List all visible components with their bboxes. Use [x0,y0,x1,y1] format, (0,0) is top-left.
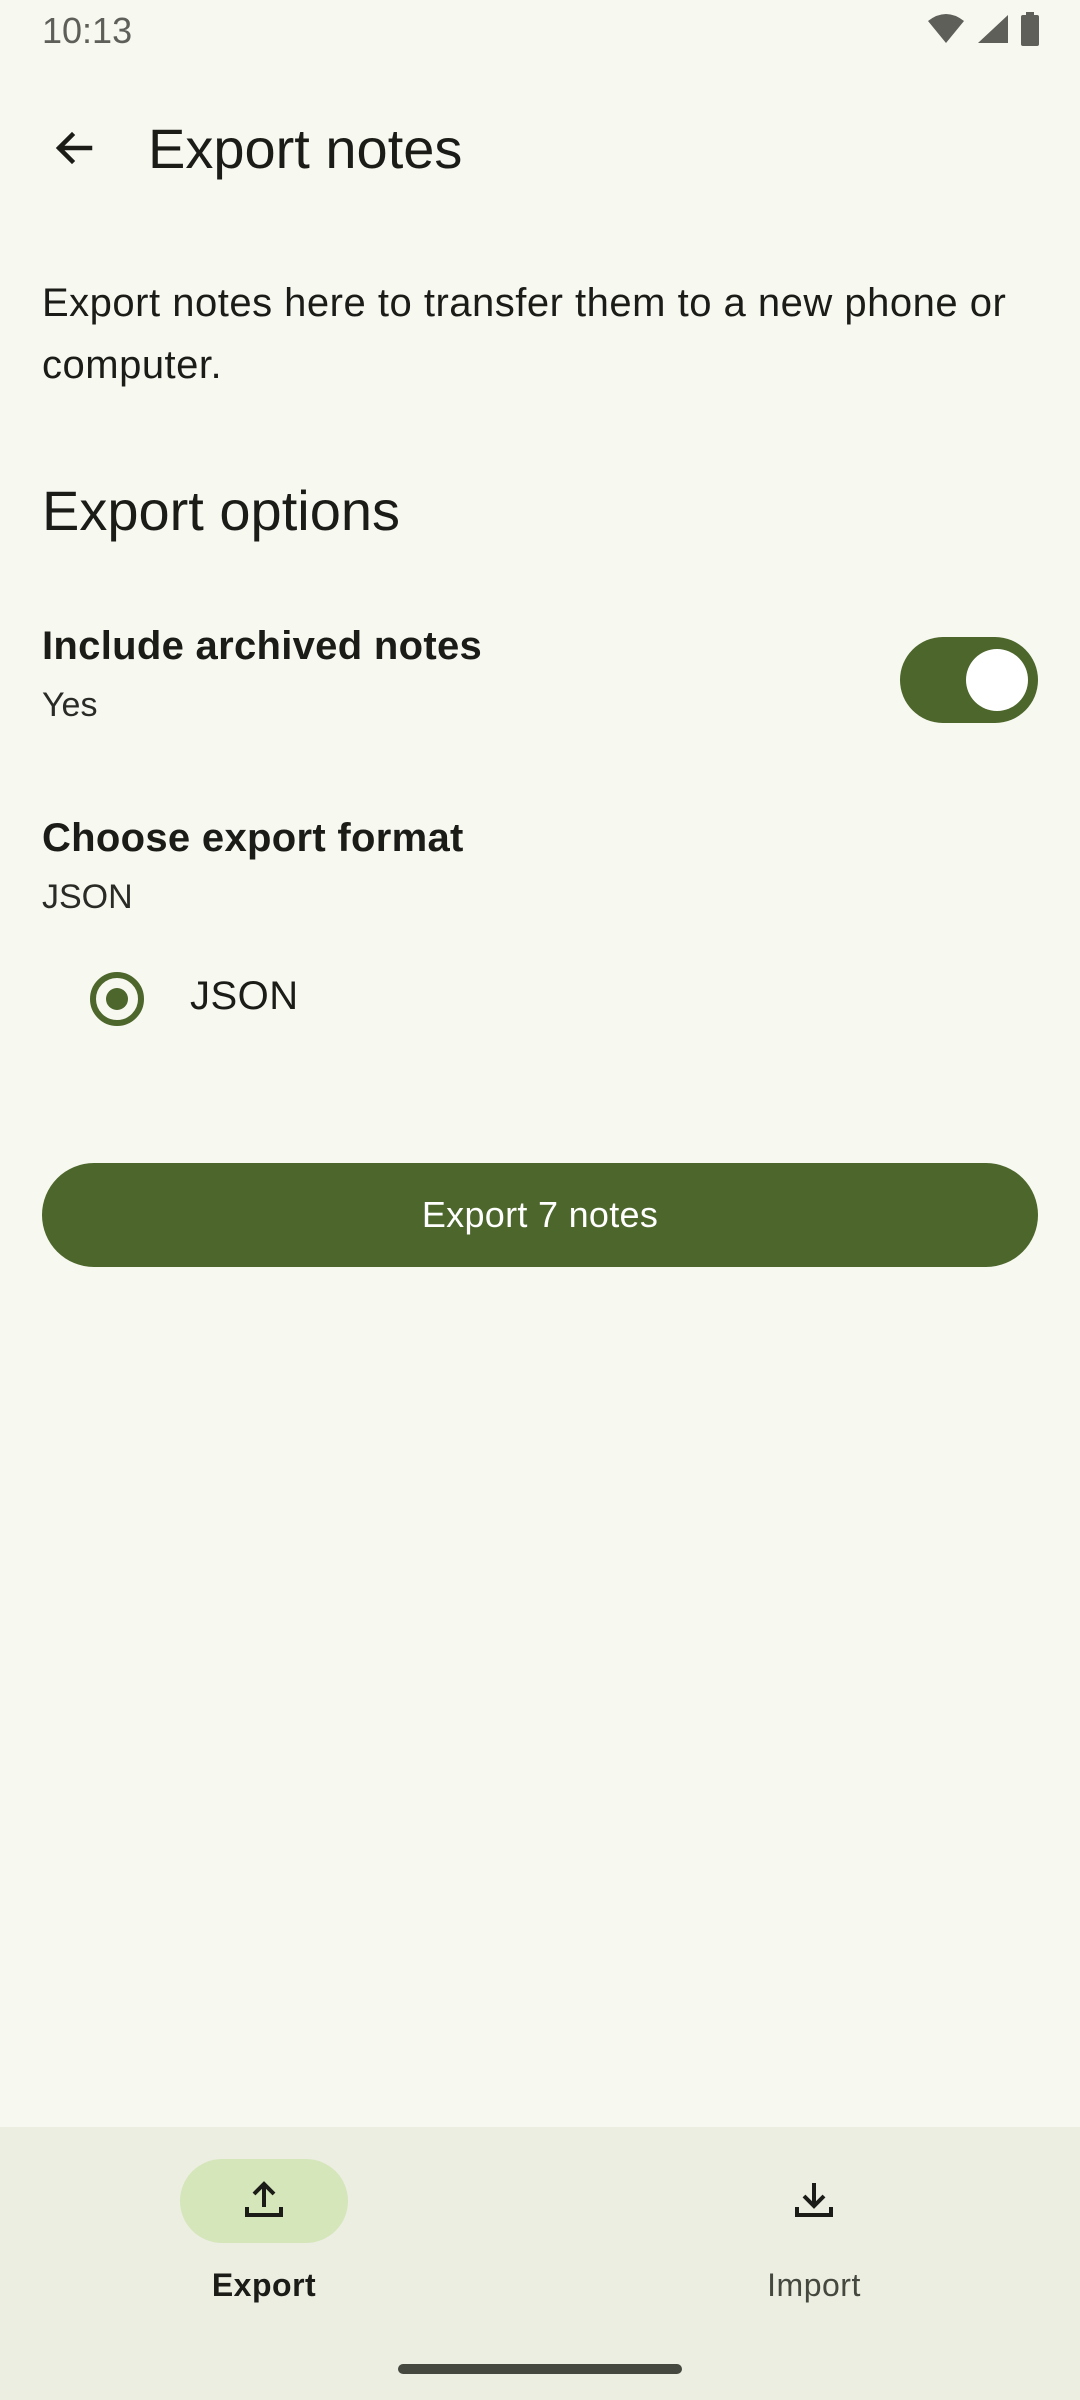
nav-label-import: Import [767,2267,861,2303]
nav-item-import[interactable]: Import [634,2159,994,2303]
nav-item-export[interactable]: Export [84,2159,444,2303]
export-format-title: Choose export format [42,816,464,860]
section-title-export-options: Export options [42,479,400,542]
page-title: Export notes [148,117,463,180]
wifi-icon [926,13,966,50]
nav-label-export: Export [211,2267,317,2303]
signal-icon [976,13,1010,50]
export-format-summary: JSON [42,878,133,916]
export-notes-button[interactable]: Export 7 notes [42,1163,1038,1267]
include-archived-switch[interactable] [900,637,1038,723]
export-format-preference: Choose export format JSON [0,800,1080,940]
battery-icon [1020,12,1040,51]
bottom-navigation: Export Import [0,2127,1080,2400]
format-option-label: JSON [190,974,299,1018]
switch-thumb [966,649,1028,711]
status-time: 10:13 [42,10,133,51]
format-option-json[interactable]: JSON [0,950,1080,1046]
include-archived-summary: Yes [42,686,98,724]
arrow-back-icon [50,124,98,177]
status-icons [926,12,1040,51]
status-bar: 10:13 [0,0,1080,64]
include-archived-title: Include archived notes [42,624,483,668]
nav-indicator [730,2159,898,2243]
top-app-bar: Export notes [0,90,1080,200]
gesture-handle[interactable] [398,2364,682,2374]
upload-icon [242,2177,286,2226]
nav-active-indicator [180,2159,348,2243]
radio-button-selected[interactable] [90,972,144,1026]
radio-dot [106,988,128,1010]
back-button[interactable] [36,112,112,188]
export-description: Export notes here to transfer them to a … [42,281,1007,387]
download-icon [792,2177,836,2226]
